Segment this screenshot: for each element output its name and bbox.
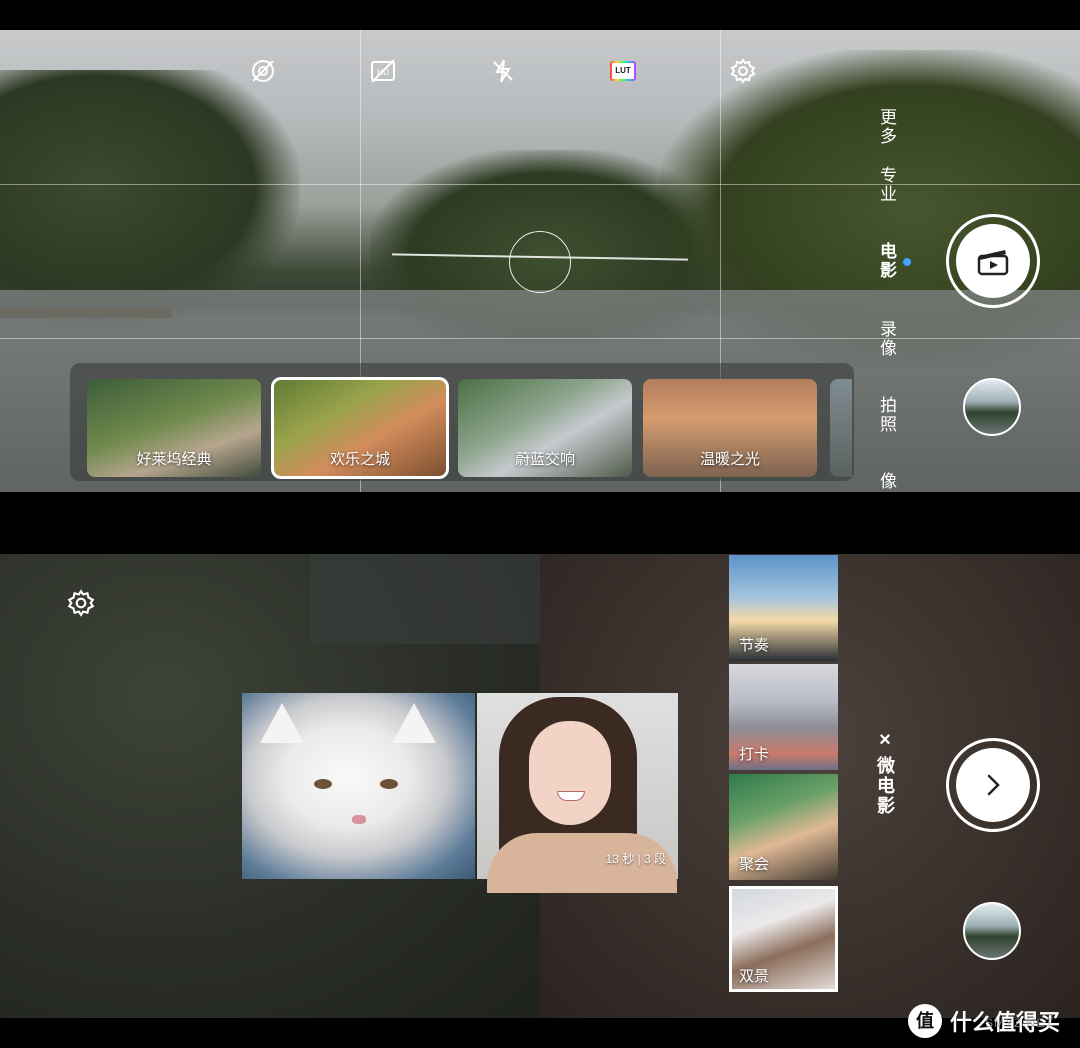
mode-photo[interactable]: 拍照 — [874, 396, 899, 434]
template-card[interactable]: 打卡 — [729, 664, 838, 770]
background-sky-strip — [310, 554, 540, 644]
watermark-badge: 值 — [908, 1004, 942, 1038]
active-mode-indicator — [903, 258, 911, 266]
template-preview[interactable]: 13 秒 | 3 段 — [242, 693, 678, 893]
template-card-selected[interactable]: 双景 — [729, 886, 838, 992]
gear-icon[interactable] — [66, 588, 96, 618]
template-label: 节奏 — [739, 637, 770, 654]
grid-line-horizontal — [0, 184, 1080, 185]
template-card[interactable]: 节奏 — [729, 555, 838, 661]
camera-viewfinder-top[interactable]: HD LUT 好莱坞经典 欢乐之城 蔚蓝交响 温暖之光 更多 专业 电影 录像 … — [0, 30, 1080, 492]
camera-viewfinder-bottom[interactable]: 13 秒 | 3 段 节奏 打卡 聚会 双景 × 微电影 — [0, 554, 1080, 1018]
mode-more[interactable]: 更多 — [874, 108, 899, 146]
filter-label: 蔚蓝交响 — [514, 451, 575, 468]
focus-ring[interactable] — [509, 231, 571, 293]
gallery-thumbnail[interactable] — [963, 378, 1021, 436]
mode-partial[interactable]: 像 — [874, 472, 899, 491]
mode-video[interactable]: 录像 — [874, 320, 899, 358]
hdr-off-icon[interactable]: HD — [368, 56, 398, 86]
filter-card-selected[interactable]: 欢乐之城 — [271, 377, 449, 479]
grid-line-horizontal — [0, 338, 1080, 339]
preview-cat-image — [242, 693, 475, 879]
lut-icon[interactable]: LUT — [608, 56, 638, 86]
filter-strip: 好莱坞经典 欢乐之城 蔚蓝交响 温暖之光 — [70, 363, 854, 481]
filter-card[interactable]: 蔚蓝交响 — [458, 379, 632, 477]
micro-movie-title: 微电影 — [875, 756, 895, 816]
ai-off-icon[interactable] — [248, 56, 278, 86]
record-button[interactable] — [946, 214, 1040, 308]
watermark-sub: SMYZ.NET — [985, 1016, 1054, 1030]
filter-label: 温暖之光 — [699, 451, 760, 468]
next-button[interactable] — [946, 738, 1040, 832]
mode-movie[interactable]: 电影 — [874, 242, 899, 280]
clapperboard-icon — [977, 250, 1009, 276]
filter-label: 好莱坞经典 — [136, 451, 212, 468]
chevron-right-icon — [987, 774, 1000, 796]
filter-card[interactable]: 好莱坞经典 — [87, 379, 261, 477]
close-button[interactable]: × — [874, 729, 896, 751]
mode-pro[interactable]: 专业 — [874, 166, 899, 204]
filter-card[interactable]: 温暖之光 — [643, 379, 817, 477]
lut-label: LUT — [612, 63, 634, 79]
filter-card-partial[interactable] — [830, 379, 852, 477]
template-card[interactable]: 聚会 — [729, 774, 838, 880]
gear-icon[interactable] — [728, 56, 758, 86]
svg-text:HD: HD — [377, 68, 389, 77]
template-label: 双景 — [739, 968, 770, 985]
scene-dock — [0, 308, 172, 318]
gallery-thumbnail[interactable] — [963, 902, 1021, 960]
flash-off-icon[interactable] — [488, 56, 518, 86]
filter-label: 欢乐之城 — [329, 451, 390, 468]
template-label: 打卡 — [739, 746, 770, 763]
preview-duration: 13 秒 | 3 段 — [605, 852, 666, 866]
template-label: 聚会 — [739, 856, 770, 873]
